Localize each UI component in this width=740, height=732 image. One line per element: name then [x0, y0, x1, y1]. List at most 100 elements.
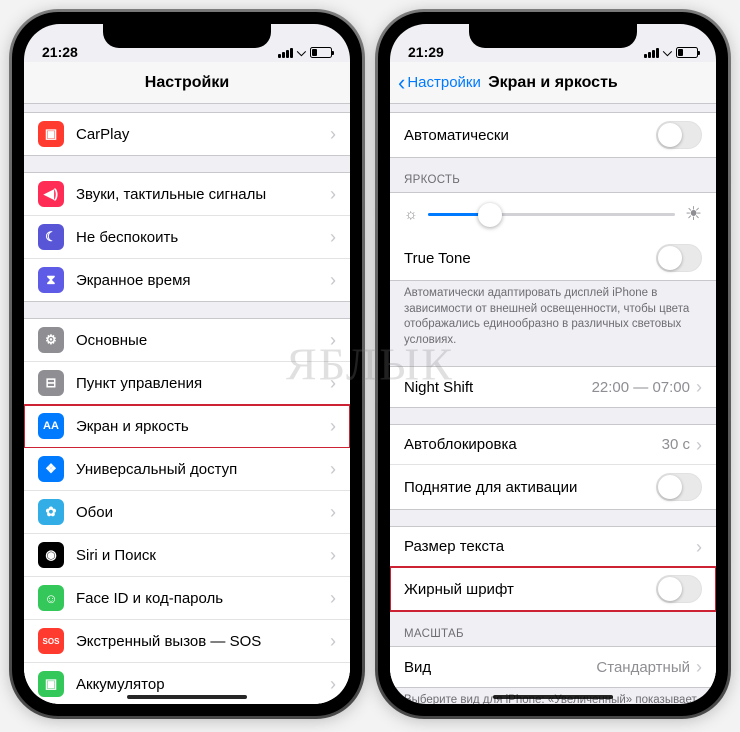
row-label: Пункт управления — [76, 375, 330, 392]
chevron-right-icon: › — [696, 538, 702, 556]
chevron-right-icon: › — [330, 125, 336, 143]
back-button[interactable]: ‹ Настройки — [398, 62, 481, 103]
carplay-icon: ▣ — [38, 121, 64, 147]
row-value: 30 с — [662, 436, 690, 453]
row-view[interactable]: Вид Стандартный › — [390, 647, 716, 687]
status-time: 21:29 — [408, 44, 444, 60]
screentime-icon: ⧗ — [38, 267, 64, 293]
settings-list[interactable]: ▣CarPlay›◀︎)Звуки, тактильные сигналы›☾Н… — [24, 104, 350, 704]
chevron-right-icon: › — [330, 632, 336, 650]
row-label: Обои — [76, 504, 330, 521]
chevron-right-icon: › — [696, 378, 702, 396]
chevron-right-icon: › — [330, 417, 336, 435]
toggle-raise[interactable] — [656, 473, 702, 501]
phone-left: 21:28 ⌵ Настройки ▣CarPlay›◀︎)Звуки, так… — [12, 12, 362, 716]
notch — [103, 22, 271, 48]
chevron-right-icon: › — [330, 503, 336, 521]
settings-row[interactable]: ✿ Обои› — [24, 491, 350, 534]
general-icon: ⚙ — [38, 327, 64, 353]
row-autolock[interactable]: Автоблокировка 30 с › — [390, 425, 716, 465]
display-icon: AA — [38, 413, 64, 439]
settings-row[interactable]: ❖ Универсальный доступ› — [24, 448, 350, 491]
sounds-icon: ◀︎) — [38, 181, 64, 207]
chevron-right-icon: › — [330, 331, 336, 349]
settings-row[interactable]: AAЭкран и яркость› — [24, 405, 350, 448]
home-indicator[interactable] — [493, 695, 613, 699]
section-header-zoom: МАСШТАБ — [390, 612, 716, 644]
wifi-icon: ⌵ — [663, 45, 672, 60]
row-truetone[interactable]: True Tone — [390, 236, 716, 280]
settings-row[interactable]: ☺Face ID и код-пароль› — [24, 577, 350, 620]
settings-row[interactable]: ⊟ Пункт управления› — [24, 362, 350, 405]
nav-header: ‹ Настройки Экран и яркость — [390, 62, 716, 104]
phone-right: 21:29 ⌵ ‹ Настройки Экран и яркость Авто… — [378, 12, 728, 716]
toggle-bold[interactable] — [656, 575, 702, 603]
battery-icon: ▣ — [38, 671, 64, 697]
settings-row[interactable]: ⧗Экранное время› — [24, 259, 350, 301]
row-label: Универсальный доступ — [76, 461, 330, 478]
sun-low-icon: ☼ — [404, 206, 418, 223]
row-label: Звуки, тактильные сигналы — [76, 186, 330, 203]
dnd-icon: ☾ — [38, 224, 64, 250]
row-label: Вид — [404, 659, 596, 676]
home-indicator[interactable] — [127, 695, 247, 699]
nav-header: Настройки — [24, 62, 350, 104]
cellular-icon — [278, 48, 293, 58]
back-label: Настройки — [407, 74, 481, 91]
battery-icon — [676, 47, 698, 58]
settings-row[interactable]: ◀︎)Звуки, тактильные сигналы› — [24, 173, 350, 216]
faceid-icon: ☺ — [38, 585, 64, 611]
row-auto[interactable]: Автоматически — [390, 113, 716, 157]
row-label: Night Shift — [404, 379, 592, 396]
settings-row[interactable]: ◉ Siri и Поиск› — [24, 534, 350, 577]
row-raise[interactable]: Поднятие для активации — [390, 465, 716, 509]
toggle-auto[interactable] — [656, 121, 702, 149]
row-label: Не беспокоить — [76, 229, 330, 246]
row-label: True Tone — [404, 250, 656, 267]
chevron-right-icon: › — [330, 546, 336, 564]
chevron-right-icon: › — [696, 436, 702, 454]
row-label: Жирный шрифт — [404, 581, 656, 598]
display-settings-list[interactable]: Автоматически ЯРКОСТЬ ☼ ☀ True Tone — [390, 104, 716, 704]
chevron-right-icon: › — [330, 271, 336, 289]
chevron-right-icon: › — [330, 589, 336, 607]
chevron-right-icon: › — [330, 675, 336, 693]
chevron-left-icon: ‹ — [398, 72, 405, 94]
row-label: Поднятие для активации — [404, 479, 656, 496]
toggle-truetone[interactable] — [656, 244, 702, 272]
row-label: Экстренный вызов — SOS — [76, 633, 330, 650]
wallpaper-icon: ✿ — [38, 499, 64, 525]
settings-row[interactable]: SOS Экстренный вызов — SOS› — [24, 620, 350, 663]
row-label: Размер текста — [404, 538, 696, 555]
settings-row[interactable]: ☾ Не беспокоить› — [24, 216, 350, 259]
row-textsize[interactable]: Размер текста › — [390, 527, 716, 567]
row-value: 22:00 — 07:00 — [592, 379, 690, 396]
accessibility-icon: ❖ — [38, 456, 64, 482]
notch — [469, 22, 637, 48]
wifi-icon: ⌵ — [297, 45, 306, 60]
section-header-brightness: ЯРКОСТЬ — [390, 158, 716, 190]
chevron-right-icon: › — [330, 460, 336, 478]
settings-row[interactable]: ▣ CarPlay› — [24, 113, 350, 155]
row-label: Автоблокировка — [404, 436, 662, 453]
row-label: Аккумулятор — [76, 676, 330, 693]
row-label: Основные — [76, 332, 330, 349]
cellular-icon — [644, 48, 659, 58]
brightness-slider[interactable] — [428, 213, 675, 216]
page-title: Экран и яркость — [488, 74, 618, 92]
settings-row[interactable]: ⚙ Основные› — [24, 319, 350, 362]
row-boldtext[interactable]: Жирный шрифт — [390, 567, 716, 611]
chevron-right-icon: › — [330, 228, 336, 246]
row-brightness-slider[interactable]: ☼ ☀ — [390, 193, 716, 236]
row-label: CarPlay — [76, 126, 330, 143]
row-label: Siri и Поиск — [76, 547, 330, 564]
control-center-icon: ⊟ — [38, 370, 64, 396]
chevron-right-icon: › — [696, 658, 702, 676]
sos-icon: SOS — [38, 628, 64, 654]
chevron-right-icon: › — [330, 374, 336, 392]
page-title: Настройки — [145, 74, 229, 92]
row-label: Автоматически — [404, 127, 656, 144]
screen-left: 21:28 ⌵ Настройки ▣CarPlay›◀︎)Звуки, так… — [24, 24, 350, 704]
row-nightshift[interactable]: Night Shift 22:00 — 07:00 › — [390, 367, 716, 407]
siri-icon: ◉ — [38, 542, 64, 568]
